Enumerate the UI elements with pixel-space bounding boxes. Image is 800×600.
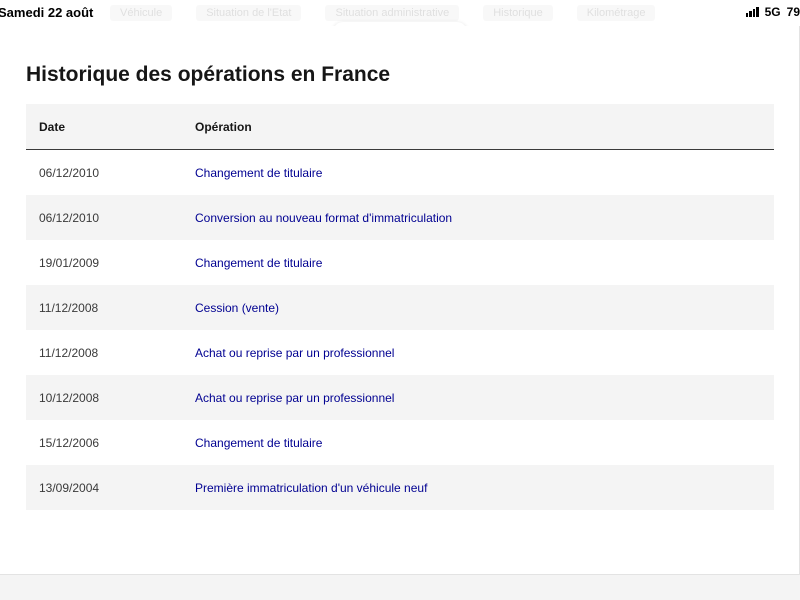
row-operation: Conversion au nouveau format d'immatricu… (195, 195, 774, 240)
table-row: 11/12/2008 Cession (vente) (26, 285, 774, 330)
faded-nav-item: Situation de l'Etat (196, 5, 302, 21)
cellular-signal-icon (745, 7, 759, 17)
table-row: 19/01/2009 Changement de titulaire (26, 240, 774, 285)
operations-table: Date Opération 06/12/2010 Changement de … (26, 104, 774, 510)
row-date: 11/12/2008 (26, 330, 195, 375)
faded-nav-item: Situation administrative (325, 5, 460, 21)
faded-nav-item: Kilométrage (576, 5, 656, 21)
row-date: 06/12/2010 (26, 149, 195, 195)
row-date: 06/12/2010 (26, 195, 195, 240)
row-operation: Cession (vente) (195, 285, 774, 330)
faded-nav-item: Véhicule (110, 5, 173, 21)
row-operation: Changement de titulaire (195, 149, 774, 195)
network-type: 5G (764, 5, 781, 19)
status-indicators: 5G 79 (745, 5, 800, 19)
table-row: 11/12/2008 Achat ou reprise par un profe… (26, 330, 774, 375)
faded-nav-item: Historique (483, 5, 553, 21)
row-date: 10/12/2008 (26, 375, 195, 420)
table-row: 06/12/2010 Conversion au nouveau format … (26, 195, 774, 240)
column-header-operation: Opération (195, 104, 774, 150)
table-row: 10/12/2008 Achat ou reprise par un profe… (26, 375, 774, 420)
table-row: 06/12/2010 Changement de titulaire (26, 149, 774, 195)
row-date: 11/12/2008 (26, 285, 195, 330)
row-operation: Changement de titulaire (195, 240, 774, 285)
page-title: Historique des opérations en France (26, 63, 391, 86)
row-date: 19/01/2009 (26, 240, 195, 285)
status-time: Samedi 22 août (0, 5, 94, 20)
row-operation: Changement de titulaire (195, 420, 774, 465)
table-row: 15/12/2006 Changement de titulaire (26, 420, 774, 465)
column-header-date: Date (26, 104, 195, 150)
row-operation: Achat ou reprise par un professionnel (195, 375, 774, 420)
row-operation: Achat ou reprise par un professionnel (195, 330, 774, 375)
row-operation: Première immatriculation d'un véhicule n… (195, 465, 774, 510)
table-header-row: Date Opération (26, 104, 774, 150)
row-date: 15/12/2006 (26, 420, 195, 465)
operations-history-card: Historique des opérations en France Date… (0, 26, 800, 575)
battery-level: 79 (786, 5, 800, 19)
row-date: 13/09/2004 (26, 465, 195, 510)
table-row: 13/09/2004 Première immatriculation d'un… (26, 465, 774, 510)
